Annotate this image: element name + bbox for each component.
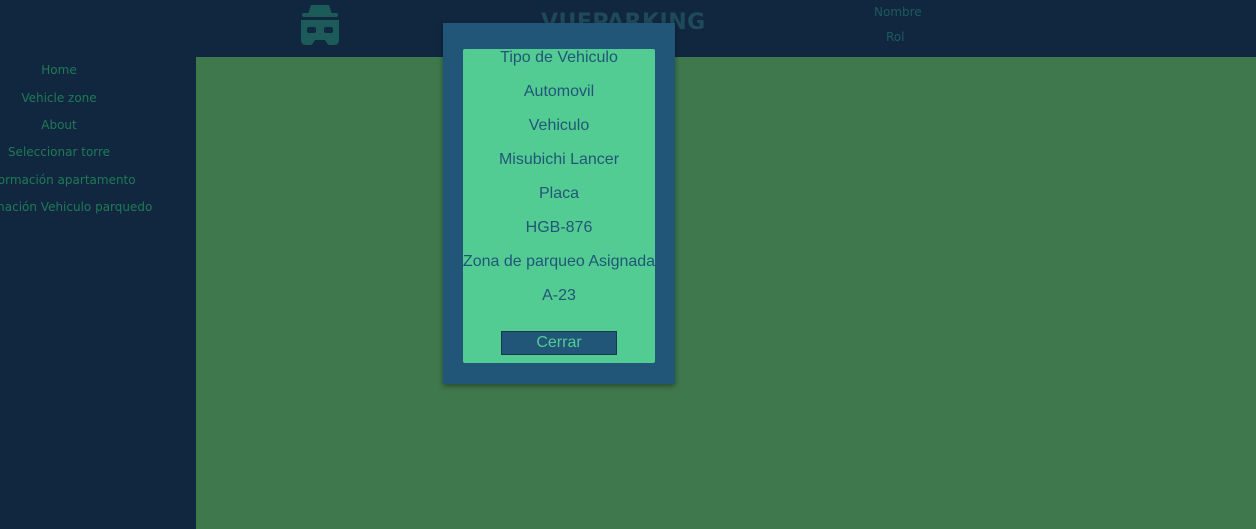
- parking-zone-value: A-23: [542, 287, 576, 304]
- sidebar-item-select-tower[interactable]: Seleccionar torre: [0, 145, 159, 159]
- vehicle-label: Vehiculo: [528, 117, 590, 134]
- main-content: [196, 57, 1256, 529]
- user-role: Rol: [886, 30, 905, 44]
- plate-value: HGB-876: [525, 219, 593, 236]
- sidebar-item-apartment-info[interactable]: Información apartamento: [0, 173, 159, 187]
- plate-label: Placa: [538, 185, 580, 202]
- sidebar-item-about[interactable]: About: [0, 118, 159, 132]
- vehicle-info-modal: Tipo de Vehiculo Automovil Vehiculo Misu…: [443, 23, 675, 384]
- sidebar-item-home[interactable]: Home: [0, 63, 159, 77]
- close-button[interactable]: Cerrar: [501, 331, 617, 355]
- user-name: Nombre: [874, 5, 922, 19]
- sidebar: Home Vehicle zone About Seleccionar torr…: [0, 57, 196, 529]
- vehicle-type-value: Automovil: [523, 83, 595, 100]
- sidebar-item-vehicle-zone[interactable]: Vehicle zone: [0, 91, 159, 105]
- vehicle-info-card: Tipo de Vehiculo Automovil Vehiculo Misu…: [463, 49, 655, 363]
- sidebar-item-parked-vehicle-info[interactable]: Información Vehiculo parquedo: [0, 200, 159, 214]
- parking-zone-label: Zona de parqueo Asignada: [462, 253, 656, 270]
- incognito-car-icon[interactable]: [297, 3, 343, 47]
- vehicle-value: Misubichi Lancer: [498, 151, 620, 168]
- vehicle-type-label: Tipo de Vehiculo: [500, 49, 618, 66]
